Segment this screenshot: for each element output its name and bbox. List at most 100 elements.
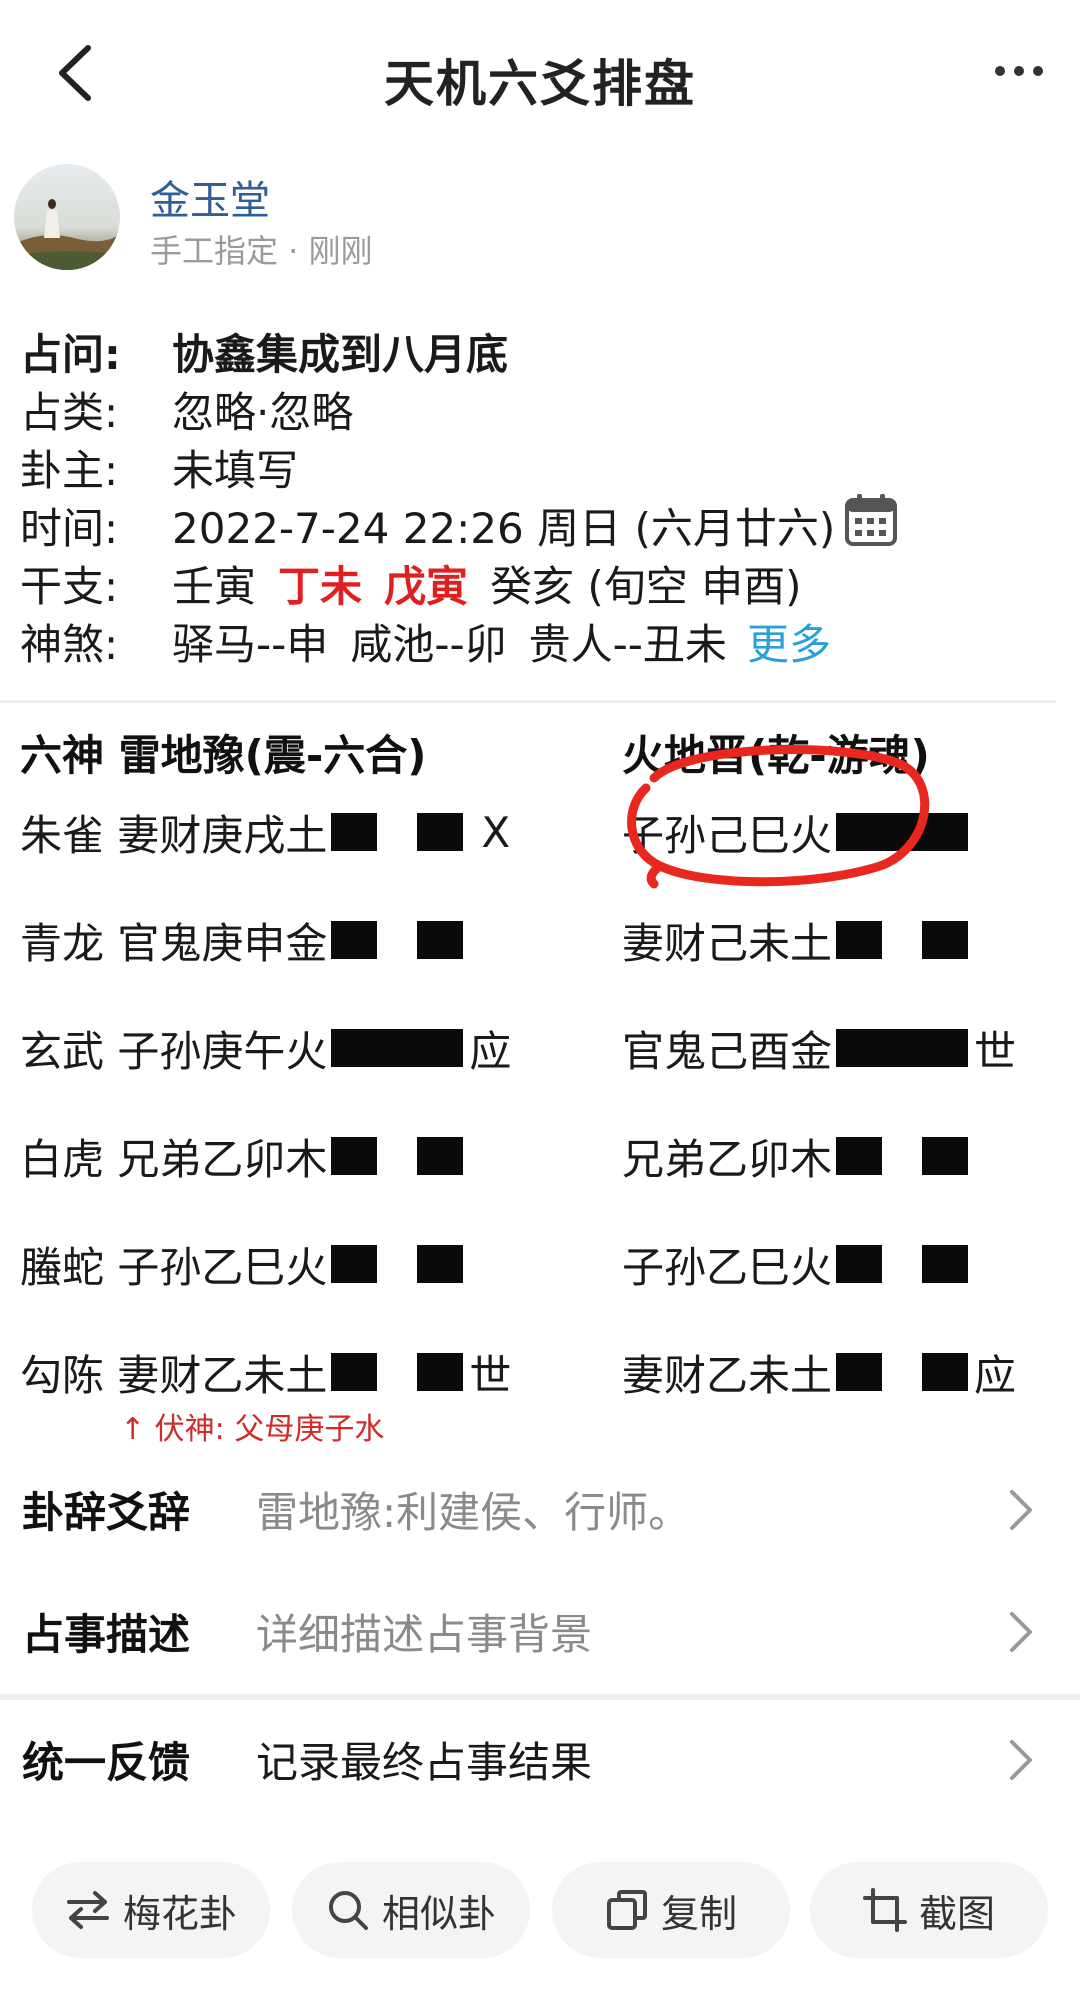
copy-icon xyxy=(605,1888,649,1932)
shi-mark: 世 xyxy=(974,1026,1017,1076)
divider xyxy=(0,700,1056,703)
yao-label: 朱雀 妻财庚戌土 xyxy=(20,810,328,860)
info-label: 时间: xyxy=(20,503,119,553)
yao-label: 青龙 官鬼庚申金 xyxy=(20,918,328,968)
yao-label: 子孙乙巳火 xyxy=(622,1242,833,1292)
chevron-right-icon xyxy=(1010,1490,1032,1530)
ganzhi-hour: 癸亥 (旬空 申酉) xyxy=(490,561,802,611)
yao-label: 勾陈 妻财乙未土 xyxy=(20,1350,328,1400)
hexagram-row-left: 青龙 官鬼庚申金 xyxy=(20,910,464,970)
hexagram-row-right: 妻财乙未土 应 xyxy=(622,1342,1016,1402)
hexagram-row-left: 勾陈 妻财乙未土 世 xyxy=(20,1342,511,1402)
shensha-item: 贵人--丑未 xyxy=(528,619,727,669)
info-label: 卦主: xyxy=(20,445,119,495)
info-ganzhi: 干支: 壬寅 丁未 戊寅 癸亥 (旬空 申酉) xyxy=(20,554,1060,612)
yang-line xyxy=(836,1029,969,1067)
ganzhi-year: 壬寅 xyxy=(172,561,257,611)
search-icon xyxy=(326,1888,370,1932)
yao-label: 子孙己巳火 xyxy=(622,810,833,860)
info-label: 干支: xyxy=(20,561,119,611)
yin-line xyxy=(331,1353,464,1391)
yao-label: 妻财己未土 xyxy=(622,918,833,968)
chevron-right-icon xyxy=(1010,1740,1032,1780)
yao-label: 玄武 子孙庚午火 xyxy=(20,1026,328,1076)
yin-line xyxy=(331,813,464,851)
info-value: 未填写 xyxy=(172,445,299,495)
meihua-button[interactable]: 梅花卦 xyxy=(32,1862,270,1958)
author-name[interactable]: 金玉堂 xyxy=(150,168,270,226)
shensha-item: 咸池--卯 xyxy=(350,619,507,669)
fushen-note: ↑ 伏神: 父母庚子水 xyxy=(120,1412,385,1447)
hexagram-right-header: 火地晋(乾-游魂) xyxy=(622,731,930,780)
info-label: 占问: xyxy=(20,329,121,379)
author-meta: 手工指定 · 刚刚 xyxy=(150,232,373,270)
screenshot-label: 截图 xyxy=(918,1891,995,1936)
yao-label: 螣蛇 子孙乙巳火 xyxy=(20,1242,328,1292)
hexagram-row-right: 子孙己巳火 xyxy=(622,802,969,862)
yin-line xyxy=(836,921,969,959)
divination-info: 占问: 协鑫集成到八月底 占类: 忽略·忽略 卦主: 未填写 时间: 2022-… xyxy=(20,322,1060,670)
info-label: 占类: xyxy=(20,387,119,437)
yin-line xyxy=(331,1245,464,1283)
hexagram-row-right: 妻财己未土 xyxy=(622,910,969,970)
chevron-right-icon xyxy=(1010,1612,1032,1652)
hexagram-row-right: 兄弟乙卯木 xyxy=(622,1126,969,1186)
avatar[interactable] xyxy=(14,164,120,270)
feedback-label: 统一反馈 xyxy=(22,1737,191,1787)
yin-line xyxy=(836,1245,969,1283)
ganzhi-day: 戊寅 xyxy=(384,561,469,611)
similar-button[interactable]: 相似卦 xyxy=(292,1862,530,1958)
ying-mark: 应 xyxy=(469,1026,512,1076)
shensha-item: 驿马--申 xyxy=(172,619,329,669)
describe-label: 占事描述 xyxy=(22,1609,191,1659)
yin-line xyxy=(836,1353,969,1391)
info-value: 忽略·忽略 xyxy=(172,387,354,437)
copy-button[interactable]: 复制 xyxy=(552,1862,790,1958)
swap-icon xyxy=(65,1890,111,1930)
yin-line xyxy=(836,1137,969,1175)
info-question: 占问: 协鑫集成到八月底 xyxy=(20,322,1060,380)
crop-icon xyxy=(862,1888,907,1932)
yin-line xyxy=(331,1137,464,1175)
meihua-label: 梅花卦 xyxy=(122,1891,237,1936)
hexagram-left-header: 六神 雷地豫(震-六合) xyxy=(20,731,427,780)
moving-mark: X xyxy=(481,807,511,857)
hexagram-row-right: 官鬼己酉金 世 xyxy=(622,1018,1016,1078)
yao-label: 官鬼己酉金 xyxy=(622,1026,833,1076)
ganzhi-month: 丁未 xyxy=(278,561,363,611)
info-value: 协鑫集成到八月底 xyxy=(172,329,509,379)
yao-label: 兄弟乙卯木 xyxy=(622,1134,833,1184)
page-title: 天机六爻排盘 xyxy=(384,55,696,113)
feedback-value: 记录最终占事结果 xyxy=(256,1737,593,1787)
calendar-icon[interactable] xyxy=(843,492,899,558)
feedback-row[interactable]: 统一反馈 记录最终占事结果 xyxy=(0,1704,1080,1814)
guaci-label: 卦辞爻辞 xyxy=(22,1487,191,1537)
top-bar: 天机六爻排盘 xyxy=(0,0,1080,150)
hexagram-row-left: 玄武 子孙庚午火 应 xyxy=(20,1018,511,1078)
hexagram-row-left: 朱雀 妻财庚戌土 X xyxy=(20,802,510,862)
shi-mark: 世 xyxy=(469,1350,512,1400)
info-owner: 卦主: 未填写 xyxy=(20,438,1060,496)
hexagram-row-right: 子孙乙巳火 xyxy=(622,1234,969,1294)
describe-row[interactable]: 占事描述 详细描述占事背景 xyxy=(0,1576,1080,1686)
yang-line xyxy=(331,1029,464,1067)
yao-label: 妻财乙未土 xyxy=(622,1350,833,1400)
info-label: 神煞: xyxy=(20,619,119,669)
yin-line xyxy=(331,921,464,959)
ying-mark: 应 xyxy=(974,1350,1017,1400)
yang-line xyxy=(836,813,969,851)
guaci-row[interactable]: 卦辞爻辞 雷地豫:利建侯、行师。 xyxy=(0,1454,1080,1564)
info-shensha: 神煞: 驿马--申 咸池--卯 贵人--丑未 更多 xyxy=(20,612,1060,670)
hexagram-row-left: 螣蛇 子孙乙巳火 xyxy=(20,1234,464,1294)
more-link[interactable]: 更多 xyxy=(747,611,831,672)
guaci-value: 雷地豫:利建侯、行师。 xyxy=(256,1487,691,1537)
more-icon[interactable] xyxy=(984,46,1054,96)
info-time: 时间: 2022-7-24 22:26 周日 (六月廿六) xyxy=(20,494,1060,554)
similar-label: 相似卦 xyxy=(381,1891,496,1936)
copy-label: 复制 xyxy=(660,1891,737,1936)
info-category: 占类: 忽略·忽略 xyxy=(20,380,1060,438)
hexagram-row-left: 白虎 兄弟乙卯木 xyxy=(20,1126,464,1186)
screenshot-button[interactable]: 截图 xyxy=(810,1862,1048,1958)
info-value: 2022-7-24 22:26 周日 (六月廿六) xyxy=(172,503,836,553)
section-divider xyxy=(0,1694,1080,1700)
